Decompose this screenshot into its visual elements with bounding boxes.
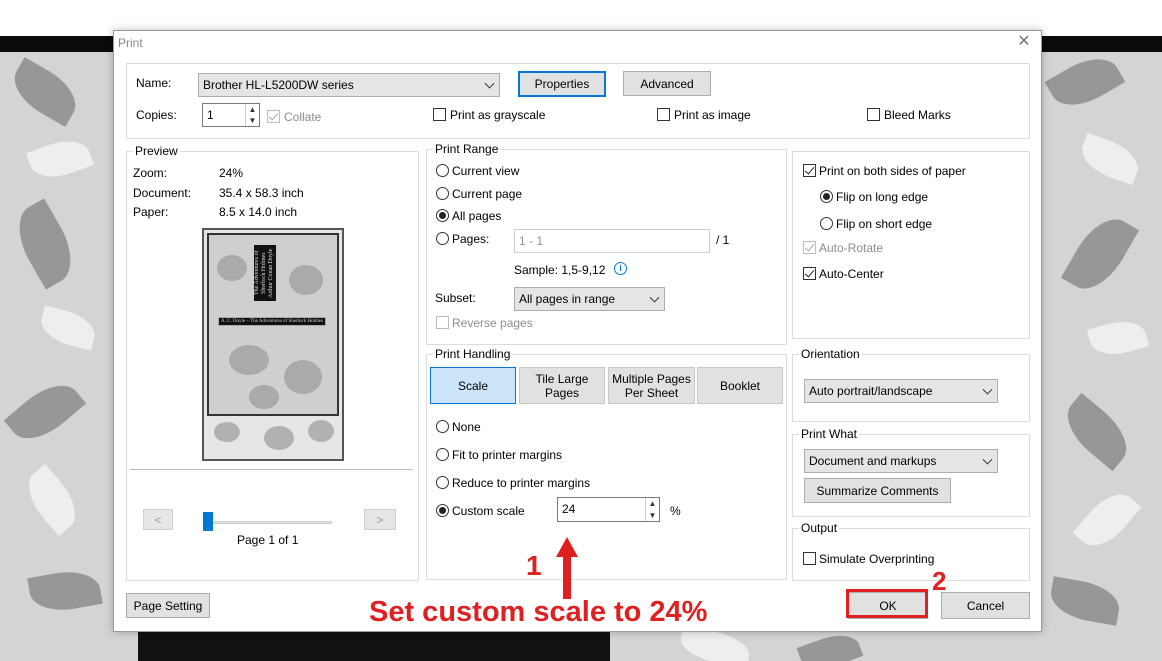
copies-stepper[interactable]: 1 ▲ ▼	[202, 103, 260, 127]
properties-button[interactable]: Properties	[518, 71, 606, 97]
auto-rotate-label: Auto-Rotate	[819, 241, 884, 255]
radio-flip-long-edge[interactable]	[820, 190, 833, 203]
radio-scale-none[interactable]	[436, 420, 449, 433]
document-size-value: 35.4 x 58.3 inch	[219, 186, 304, 200]
radio-all-pages[interactable]	[436, 209, 449, 222]
page-preview-thumbnail: The Adventures of Sherlock Holmes Arthur …	[202, 228, 344, 461]
subset-label: Subset:	[435, 291, 476, 305]
close-icon[interactable]: ✕	[1015, 33, 1033, 51]
radio-flip-short-edge[interactable]	[820, 217, 833, 230]
tab-booklet[interactable]: Booklet	[697, 367, 783, 404]
orientation-title: Orientation	[799, 347, 862, 361]
print-what-group: Print What	[792, 427, 1030, 517]
custom-scale-spin-buttons[interactable]: ▲ ▼	[645, 498, 659, 521]
ok-button-highlight	[846, 589, 928, 618]
preview-cover-title: The Adventures of Sherlock Holmes Arthur …	[254, 245, 276, 301]
zoom-label: Zoom:	[133, 166, 168, 180]
summarize-comments-button[interactable]: Summarize Comments	[804, 478, 951, 503]
tab-scale[interactable]: Scale	[430, 367, 516, 404]
zoom-value: 24%	[219, 166, 244, 180]
print-as-image-checkbox[interactable]	[657, 108, 670, 121]
auto-rotate-checkbox[interactable]	[803, 241, 816, 254]
radio-reduce-to-margins[interactable]	[436, 476, 449, 489]
orientation-select[interactable]: Auto portrait/landscape	[804, 379, 998, 403]
radio-custom-scale[interactable]	[436, 504, 449, 517]
pages-sample-text: Sample: 1,5-9,12	[514, 263, 606, 277]
collate-checkbox[interactable]	[267, 110, 280, 123]
scale-none-label: None	[452, 420, 481, 434]
next-page-button[interactable]: >	[364, 509, 396, 530]
chevron-down-icon	[982, 454, 993, 465]
page-indicator: Page 1 of 1	[237, 533, 299, 547]
paper-size-label: Paper:	[133, 205, 169, 219]
radio-current-page[interactable]	[436, 187, 449, 200]
chevron-down-icon	[649, 292, 660, 303]
page-slider-track[interactable]	[204, 521, 332, 524]
auto-center-label: Auto-Center	[819, 267, 884, 281]
current-page-label: Current page	[452, 187, 523, 201]
reverse-pages-checkbox[interactable]	[436, 316, 449, 329]
preview-group-title: Preview	[133, 144, 180, 158]
pages-label: Pages:	[452, 232, 490, 246]
cancel-button[interactable]: Cancel	[941, 592, 1030, 619]
radio-current-view[interactable]	[436, 164, 449, 177]
all-pages-label: All pages	[452, 209, 502, 223]
output-title: Output	[799, 521, 840, 535]
step-1-marker: 1	[526, 550, 542, 581]
copies-value: 1	[207, 108, 214, 122]
auto-center-checkbox[interactable]	[803, 267, 816, 280]
bleed-marks-checkbox[interactable]	[867, 108, 880, 121]
print-what-title: Print What	[799, 427, 860, 441]
print-handling-title: Print Handling	[433, 347, 513, 361]
flip-short-edge-label: Flip on short edge	[836, 217, 933, 231]
print-both-sides-checkbox[interactable]	[803, 164, 816, 177]
chevron-down-icon	[982, 384, 993, 395]
radio-fit-to-margins[interactable]	[436, 448, 449, 461]
tab-multiple-pages-per-sheet[interactable]: Multiple Pages Per Sheet	[608, 367, 695, 404]
printer-name-value: Brother HL-L5200DW series	[203, 78, 354, 92]
background-dark-panel	[138, 630, 610, 661]
reduce-to-margins-label: Reduce to printer margins	[452, 476, 591, 490]
fit-to-margins-label: Fit to printer margins	[452, 448, 563, 462]
step-2-marker: 2	[932, 566, 947, 596]
chevron-down-icon	[484, 78, 495, 89]
document-size-label: Document:	[133, 186, 192, 200]
print-what-select[interactable]: Document and markups	[804, 449, 998, 473]
preview-divider	[130, 469, 413, 470]
bleed-marks-label: Bleed Marks	[884, 108, 951, 122]
print-both-sides-label: Print on both sides of paper	[819, 164, 966, 178]
print-range-title: Print Range	[433, 142, 501, 156]
copies-label: Copies:	[136, 108, 177, 122]
simulate-overprinting-label: Simulate Overprinting	[819, 552, 935, 566]
custom-scale-label: Custom scale	[452, 504, 525, 518]
custom-scale-input[interactable]: 24 ▲ ▼	[557, 497, 660, 522]
preview-cover-banner: A. C. Doyle – The Adventures of Sherlock…	[218, 317, 326, 326]
flip-long-edge-label: Flip on long edge	[836, 190, 929, 204]
page-setting-button[interactable]: Page Setting	[126, 593, 210, 618]
grayscale-checkbox[interactable]	[433, 108, 446, 121]
current-view-label: Current view	[452, 164, 520, 178]
printer-name-label: Name:	[136, 76, 172, 90]
page-slider-thumb[interactable]	[203, 512, 213, 531]
advanced-button[interactable]: Advanced	[623, 71, 711, 96]
radio-pages[interactable]	[436, 232, 449, 245]
copies-spin-buttons[interactable]: ▲ ▼	[245, 104, 259, 126]
grayscale-label: Print as grayscale	[450, 108, 546, 122]
info-icon[interactable]: i	[614, 262, 627, 275]
print-as-image-label: Print as image	[674, 108, 751, 122]
paper-size-value: 8.5 x 14.0 inch	[219, 205, 298, 219]
previous-page-button[interactable]: <	[143, 509, 173, 530]
simulate-overprinting-checkbox[interactable]	[803, 552, 816, 565]
collate-label: Collate	[284, 110, 322, 124]
reverse-pages-label: Reverse pages	[452, 316, 533, 330]
percent-sign: %	[670, 504, 681, 518]
annotation-arrow-icon	[556, 537, 578, 599]
subset-select[interactable]: All pages in range	[514, 287, 665, 311]
annotation-caption: Set custom scale to 24%	[369, 596, 708, 628]
dialog-title: Print	[118, 36, 143, 50]
tab-tile-large-pages[interactable]: Tile Large Pages	[519, 367, 605, 404]
pages-range-input[interactable]: 1 - 1	[514, 229, 710, 253]
pages-total: / 1	[716, 233, 730, 247]
printer-name-select[interactable]: Brother HL-L5200DW series	[198, 73, 500, 97]
